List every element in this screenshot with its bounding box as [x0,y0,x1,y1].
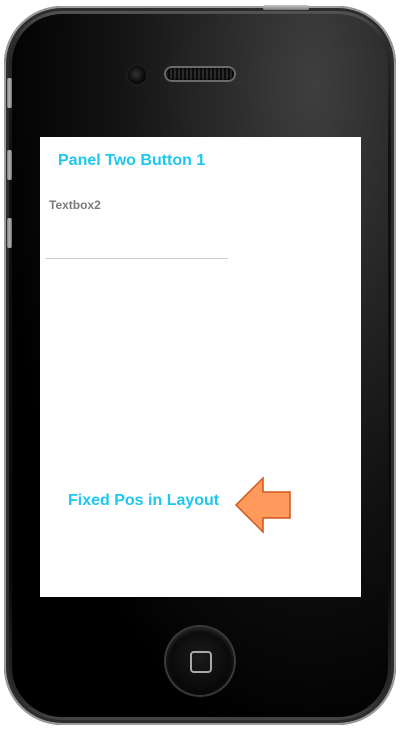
power-button[interactable] [263,5,309,10]
textbox2-input[interactable] [45,237,228,259]
earpiece-speaker-icon [166,68,234,80]
home-button[interactable] [166,627,234,695]
home-square-icon [190,651,212,673]
mute-switch[interactable] [7,78,12,108]
left-arrow-icon [234,476,291,534]
volume-up-button[interactable] [7,150,12,180]
panel-two-button-1[interactable]: Panel Two Button 1 [58,152,205,170]
volume-down-button[interactable] [7,218,12,248]
front-camera-icon [128,66,146,84]
left-arrow-shape [234,476,291,534]
app-screen: Panel Two Button 1 Textbox2 Fixed Pos in… [40,137,361,597]
textbox2-label: Textbox2 [49,198,101,212]
fixed-pos-label: Fixed Pos in Layout [68,492,220,509]
